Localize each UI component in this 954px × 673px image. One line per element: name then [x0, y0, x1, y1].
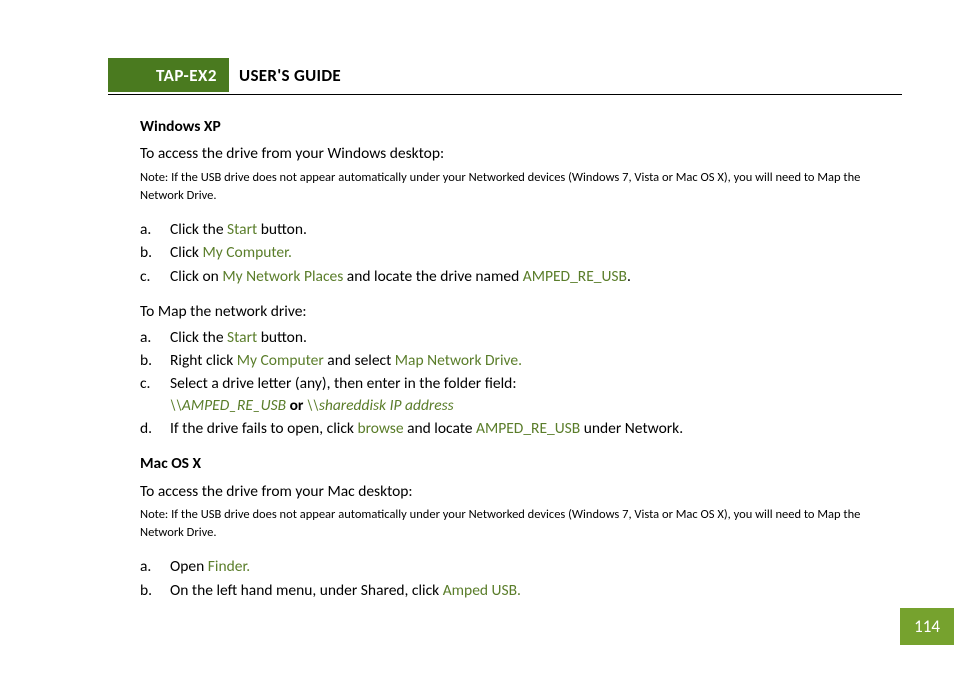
page-number-badge: 114 [900, 608, 954, 645]
path-text: \\shareddisk IP address [307, 396, 454, 415]
list-item: d. If the drive fails to open, click bro… [170, 418, 902, 439]
list-marker: a. [140, 556, 162, 577]
list-marker: b. [140, 350, 162, 371]
list-item: c. Click on My Network Places and locate… [170, 266, 902, 287]
text: . [627, 267, 631, 286]
content: Windows XP To access the drive from your… [140, 116, 902, 601]
list-item: b. Click My Computer. [170, 242, 902, 263]
macosx-intro: To access the drive from your Mac deskto… [140, 481, 902, 502]
list-marker: a. [140, 219, 162, 240]
ui-term: My Computer [237, 351, 324, 370]
ui-term: AMPED_RE_USB [523, 267, 627, 286]
winxp-steps-map: a. Click the Start button. b. Right clic… [140, 327, 902, 440]
text: Click [170, 243, 202, 262]
text: Click the [170, 220, 227, 239]
ui-term: AMPED_RE_USB [476, 419, 580, 438]
text: or [286, 396, 307, 415]
ui-term: Start [227, 328, 257, 347]
ui-term: browse [357, 419, 403, 438]
text: On the left hand menu, under Shared, cli… [170, 581, 443, 600]
ui-term: My Network Places [222, 267, 343, 286]
page: TAP-EX2 USER'S GUIDE Windows XP To acces… [0, 0, 954, 601]
list-marker: b. [140, 242, 162, 263]
text: under Network. [580, 419, 683, 438]
list-marker: c. [140, 373, 162, 394]
ui-term: Amped USB. [443, 581, 521, 600]
ui-term: Map Network Drive. [395, 351, 522, 370]
ui-term: My Computer. [202, 243, 291, 262]
text: and locate [404, 419, 476, 438]
list-marker: c. [140, 266, 162, 287]
text: If the drive fails to open, click [170, 419, 357, 438]
section-heading-winxp: Windows XP [140, 116, 902, 137]
path-text: \\AMPED_RE_USB [170, 396, 286, 415]
doc-title: USER'S GUIDE [229, 58, 341, 92]
list-item: a. Click the Start button. [170, 219, 902, 240]
text: button. [257, 328, 307, 347]
winxp-steps-access: a. Click the Start button. b. Click My C… [140, 219, 902, 287]
list-marker: a. [140, 327, 162, 348]
list-item: b. On the left hand menu, under Shared, … [170, 580, 902, 601]
text: button. [257, 220, 307, 239]
winxp-intro: To access the drive from your Windows de… [140, 143, 902, 164]
text: Click the [170, 328, 227, 347]
ui-term: Start [227, 220, 257, 239]
text: Open [170, 557, 208, 576]
section-heading-macosx: Mac OS X [140, 453, 902, 474]
ui-term: Finder. [208, 557, 250, 576]
text: and locate the drive named [343, 267, 522, 286]
list-marker: b. [140, 580, 162, 601]
winxp-map-intro: To Map the network drive: [140, 301, 902, 322]
winxp-note: Note: If the USB drive does not appear a… [140, 169, 902, 205]
text: Select a drive letter (any), then enter … [170, 374, 516, 393]
product-badge: TAP-EX2 [108, 58, 229, 92]
header-row: TAP-EX2 USER'S GUIDE [108, 58, 954, 92]
text: Click on [170, 267, 222, 286]
list-item: c. Select a drive letter (any), then ent… [170, 373, 902, 416]
macosx-steps: a. Open Finder. b. On the left hand menu… [140, 556, 902, 601]
text: and select [324, 351, 395, 370]
list-item: a. Open Finder. [170, 556, 902, 577]
header-rule [108, 94, 902, 95]
list-marker: d. [140, 418, 162, 439]
list-item: b. Right click My Computer and select Ma… [170, 350, 902, 371]
text: Right click [170, 351, 237, 370]
list-item: a. Click the Start button. [170, 327, 902, 348]
macosx-note: Note: If the USB drive does not appear a… [140, 506, 902, 542]
